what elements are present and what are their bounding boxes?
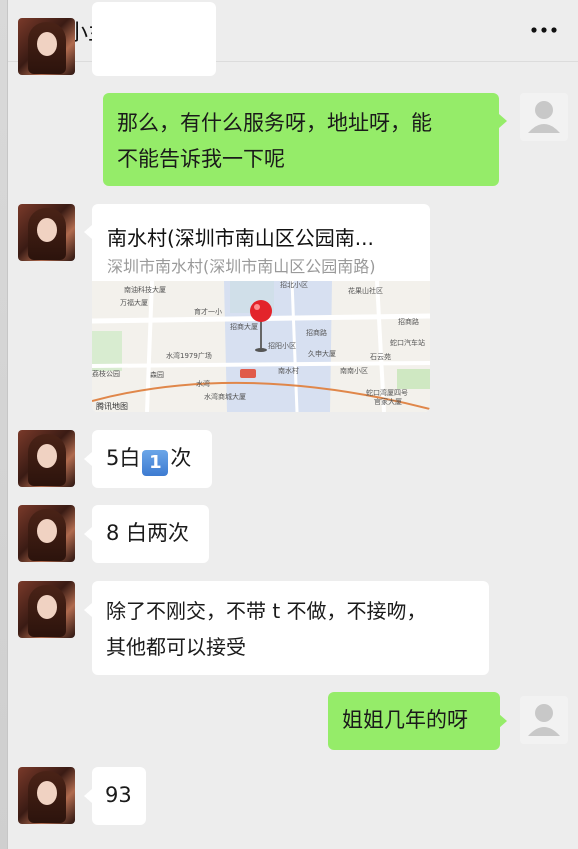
avatar[interactable] bbox=[18, 18, 75, 75]
map-label: 南水村 bbox=[278, 366, 299, 375]
map-label: 官家大厦 bbox=[374, 397, 402, 406]
user-placeholder-icon bbox=[520, 696, 568, 744]
map-label: 荔枝公园 bbox=[92, 369, 120, 378]
message-text: 姐姐几年的呀 bbox=[342, 708, 468, 732]
map-label: 招商路 bbox=[306, 328, 327, 337]
avatar[interactable] bbox=[18, 430, 75, 487]
map-label: 水湾1979广场 bbox=[166, 351, 212, 360]
bubble-tail bbox=[84, 527, 92, 541]
avatar[interactable] bbox=[18, 505, 75, 562]
message-text: 93 bbox=[105, 783, 132, 807]
location-card[interactable]: 南水村(深圳市南山区公园南... 深圳市南水村(深圳市南山区公园南路) 万福大厦… bbox=[92, 204, 430, 412]
avatar-self[interactable] bbox=[520, 696, 568, 744]
message-text: 除了不刚交，不带 t 不做，不接吻， bbox=[106, 599, 427, 623]
map-label: 蛇口汽车站 bbox=[390, 338, 425, 347]
map-label: 招北小区 bbox=[280, 281, 308, 289]
location-title: 南水村(深圳市南山区公园南... bbox=[107, 226, 374, 250]
message-bubble-received[interactable]: 8 白两次 bbox=[92, 505, 209, 563]
bubble-tail bbox=[499, 714, 507, 728]
message-list[interactable]: 那么，有什么服务呀，地址呀，能 不能告诉我一下呢 南水村(深圳市南山区公园南..… bbox=[8, 2, 578, 849]
user-placeholder-icon bbox=[520, 93, 568, 141]
map-label: 招商大厦 bbox=[230, 322, 258, 331]
bubble-tail bbox=[84, 452, 92, 466]
message-bubble-received[interactable]: 93 bbox=[92, 767, 146, 825]
map-label: 水湾 bbox=[196, 379, 210, 388]
map-label: 久申大厦 bbox=[308, 349, 336, 358]
message-bubble-received[interactable]: 5白 1 次 bbox=[92, 430, 212, 488]
more-dots-icon[interactable] bbox=[530, 24, 558, 36]
left-edge-strip bbox=[0, 0, 8, 849]
message-text: 不能告诉我一下呢 bbox=[117, 147, 285, 171]
avatar[interactable] bbox=[18, 581, 75, 638]
message-bubble-received[interactable]: 除了不刚交，不带 t 不做，不接吻， 其他都可以接受 bbox=[92, 581, 489, 675]
bubble-tail bbox=[84, 225, 92, 239]
map-label: 水湾商城大厦 bbox=[204, 392, 246, 401]
map-label: 南南小区 bbox=[340, 366, 368, 375]
bubble-tail bbox=[84, 603, 92, 617]
message-bubble-sent[interactable]: 姐姐几年的呀 bbox=[328, 692, 500, 750]
message-text: 次 bbox=[170, 446, 192, 470]
message-text: 5白 bbox=[106, 446, 141, 470]
map-label: 万福大厦 bbox=[120, 298, 148, 307]
avatar[interactable] bbox=[18, 204, 75, 261]
keycap-one-emoji: 1 bbox=[142, 450, 169, 476]
message-text: 8 白两次 bbox=[106, 521, 190, 545]
map-label: 蛇口湾厦四号 bbox=[366, 388, 408, 397]
partial-message-bubble bbox=[92, 2, 216, 76]
map-label: 花果山社区 bbox=[348, 286, 383, 295]
map-brand-label: 腾讯地图 bbox=[96, 401, 128, 411]
map-label: 招阳小区 bbox=[268, 341, 296, 350]
bubble-tail bbox=[84, 789, 92, 803]
map-label: 招商路 bbox=[398, 317, 419, 326]
location-subtitle: 深圳市南水村(深圳市南山区公园南路) bbox=[107, 257, 376, 276]
map-label: 森园 bbox=[150, 370, 164, 379]
map-label: 石云苑 bbox=[370, 352, 391, 361]
message-bubble-sent[interactable]: 那么，有什么服务呀，地址呀，能 不能告诉我一下呢 bbox=[103, 93, 499, 186]
avatar-self[interactable] bbox=[520, 93, 568, 141]
message-text: 其他都可以接受 bbox=[106, 635, 246, 659]
map-label: 育才一小 bbox=[194, 307, 222, 316]
message-text: 那么，有什么服务呀，地址呀，能 bbox=[117, 111, 432, 135]
map-label: 南油科技大厦 bbox=[124, 285, 166, 294]
avatar[interactable] bbox=[18, 767, 75, 824]
map-preview[interactable]: 万福大厦 南油科技大厦 招北小区 花果山社区 育才一小 招商大厦 招商路 招商路… bbox=[92, 281, 430, 412]
bubble-tail bbox=[499, 114, 507, 128]
